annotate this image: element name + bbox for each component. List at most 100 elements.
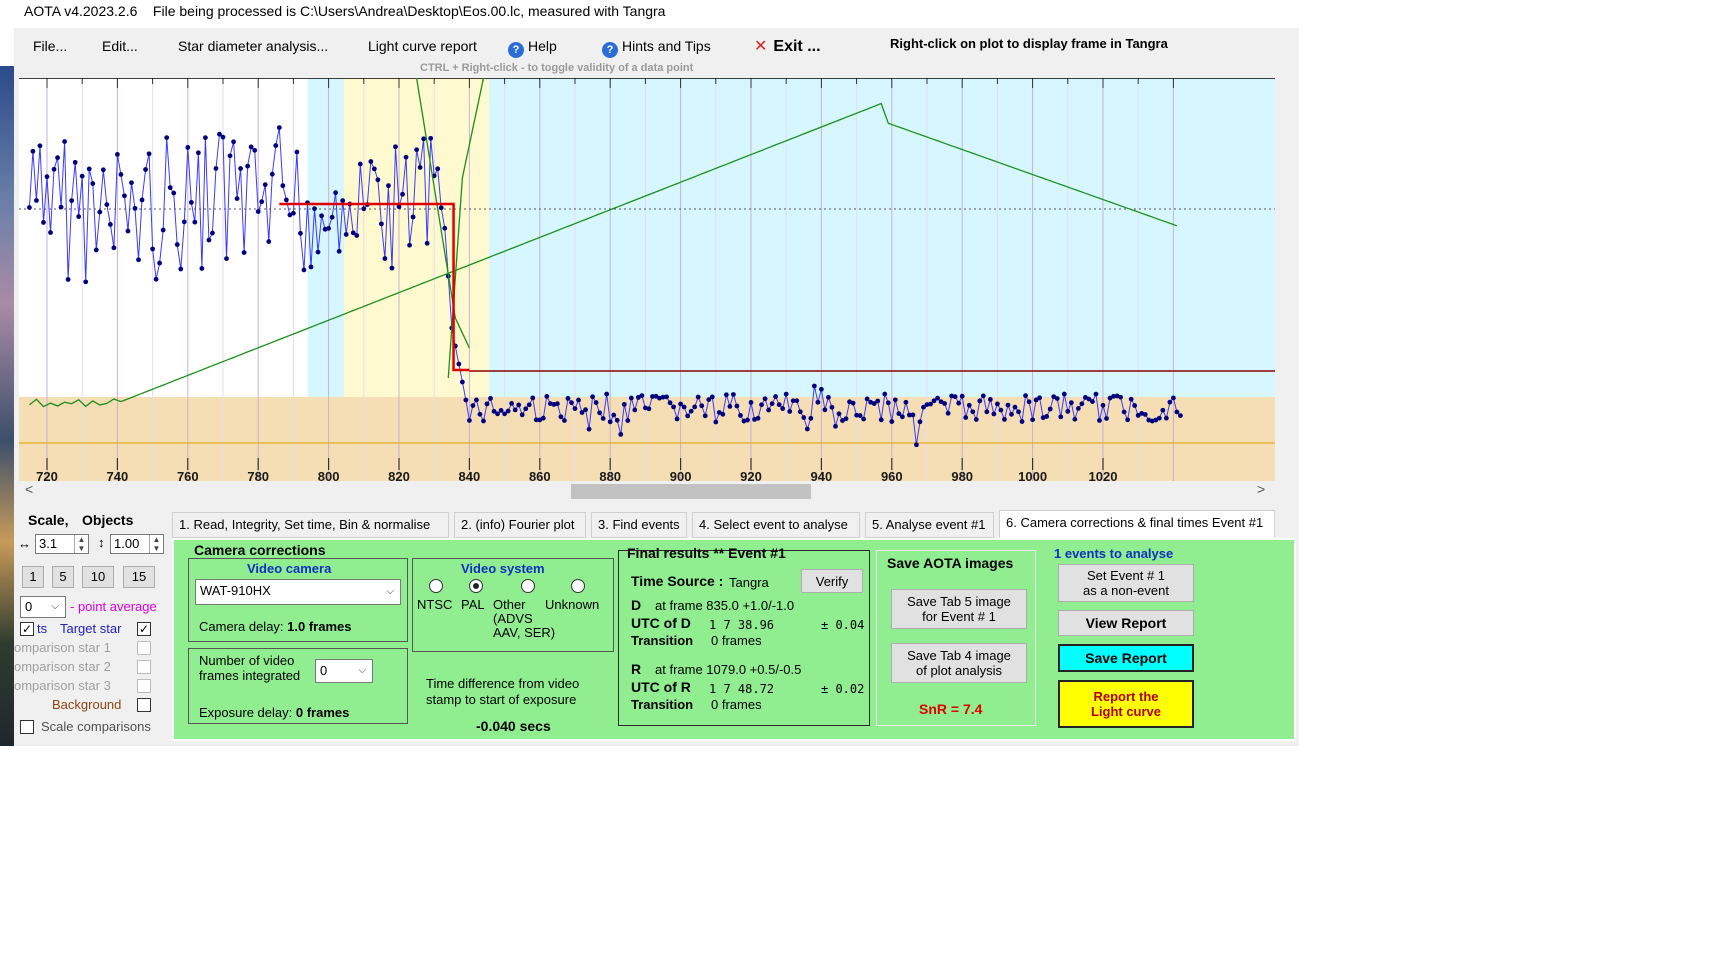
verify-button[interactable]: Verify — [801, 569, 863, 593]
help-icon: ? — [508, 42, 524, 58]
point-average-select[interactable]: 0 ⌵ — [20, 596, 66, 618]
tab-read-integrity[interactable]: 1. Read, Integrity, Set time, Bin & norm… — [172, 512, 449, 538]
save-tab5-image-button[interactable]: Save Tab 5 image for Event # 1 — [891, 589, 1027, 629]
comparison-star-1-checkbox[interactable] — [137, 641, 151, 655]
data-point — [76, 214, 82, 219]
frames-integrated-group: Number of video frames integrated 0 ⌵ Ex… — [188, 648, 408, 724]
transition-r-value: 0 frames — [711, 697, 762, 712]
data-point — [914, 442, 919, 448]
data-point — [269, 171, 275, 177]
data-point — [695, 394, 701, 400]
utc-r-error: ± 0.02 — [821, 682, 865, 696]
data-point — [664, 394, 669, 400]
set-non-event-button[interactable]: Set Event # 1 as a non-event — [1058, 564, 1194, 602]
data-point — [885, 400, 891, 406]
data-point — [470, 403, 476, 408]
unknown-radio[interactable] — [571, 579, 585, 593]
final-results-group: Final results ** Event #1 Time Source : … — [618, 545, 870, 726]
data-point — [917, 419, 923, 425]
data-point — [720, 411, 726, 417]
data-point — [1002, 416, 1007, 422]
data-point — [93, 247, 99, 253]
menu-hints-label: Hints and Tips — [622, 38, 711, 54]
tab-fourier[interactable]: 2. (info) Fourier plot — [454, 512, 586, 538]
data-point — [861, 416, 867, 422]
scroll-right-icon[interactable]: > — [1257, 481, 1265, 497]
frames-integrated-label-1: Number of video — [199, 653, 295, 668]
menu-light-curve-report[interactable]: Light curve report — [368, 38, 477, 54]
time-diff-value: -0.040 secs — [476, 718, 551, 734]
data-point — [572, 406, 578, 412]
tab-find-events[interactable]: 3. Find events — [591, 512, 687, 538]
plot-scrollbar[interactable]: < > — [19, 481, 1275, 501]
data-point — [1118, 394, 1123, 400]
video-camera-title: Video camera — [247, 561, 332, 576]
data-point — [857, 413, 863, 418]
comparison-star-2-checkbox[interactable] — [137, 660, 151, 674]
light-curve-svg[interactable]: 720 740 760 780 800 820 840 860 880 900 920 940 960 9… — [19, 77, 1275, 484]
spinner-arrows-icon[interactable]: ▲ ▼ — [74, 535, 88, 553]
tab-analyse-event[interactable]: 5. Analyse event #1 — [865, 512, 994, 538]
spinner-arrows-icon[interactable]: ▲ ▼ — [149, 535, 163, 553]
v-scale-spinner[interactable]: 1.00 ▲ ▼ — [110, 534, 164, 554]
view-report-button[interactable]: View Report — [1058, 610, 1194, 636]
window-title: AOTA v4.2023.2.6 File being processed is… — [14, 0, 1294, 28]
data-point — [1079, 401, 1085, 407]
data-point — [875, 398, 881, 404]
tab-camera-corrections[interactable]: 6. Camera corrections & final times Even… — [999, 510, 1275, 538]
menu-exit[interactable]: ✕ Exit ... — [754, 36, 821, 56]
menu-help[interactable]: ? Help — [508, 38, 557, 58]
data-point — [942, 401, 947, 406]
show-points-checkbox[interactable]: ✓ — [20, 622, 34, 636]
h-scale-spinner[interactable]: 3.1 ▲ ▼ — [35, 534, 89, 554]
video-system-title: Video system — [461, 561, 545, 576]
pal-radio[interactable] — [469, 579, 483, 593]
scroll-left-icon[interactable]: < — [25, 481, 33, 497]
target-star-checkbox[interactable]: ✓ — [137, 622, 151, 636]
zoom-1-button[interactable]: 1 — [22, 566, 44, 588]
data-point — [526, 402, 532, 408]
data-point — [797, 409, 803, 415]
zoom-10-button[interactable]: 10 — [82, 566, 114, 588]
data-point — [576, 397, 581, 403]
data-point — [308, 264, 314, 270]
other-radio[interactable] — [521, 579, 535, 593]
data-point — [27, 205, 32, 210]
scroll-thumb[interactable] — [571, 484, 811, 499]
h-scale-value: 3.1 — [39, 536, 58, 551]
menu-edit[interactable]: Edit... — [102, 38, 138, 54]
data-point — [1156, 415, 1162, 421]
data-point — [1037, 395, 1043, 401]
utc-r-value: 1 7 48.72 — [709, 682, 775, 696]
data-point — [903, 399, 909, 405]
comparison-star-3-label: omparison star 3 — [14, 678, 111, 693]
background-checkbox[interactable] — [137, 698, 151, 712]
data-point — [794, 398, 800, 404]
data-point — [621, 401, 627, 407]
frames-integrated-select[interactable]: 0 ⌵ — [315, 659, 373, 683]
zoom-5-button[interactable]: 5 — [52, 566, 74, 588]
scale-comparisons-checkbox[interactable] — [20, 720, 34, 734]
camera-model-select[interactable]: WAT-910HX ⌵ — [195, 579, 401, 605]
data-point — [1100, 402, 1106, 408]
data-point — [833, 423, 838, 429]
report-light-curve-button[interactable]: Report the Light curve — [1058, 680, 1194, 728]
save-tab4-image-button[interactable]: Save Tab 4 image of plot analysis — [891, 643, 1027, 683]
transition-r-label: Transition — [631, 697, 694, 712]
zoom-15-button[interactable]: 15 — [123, 566, 155, 588]
menu-exit-label: Exit ... — [773, 38, 821, 55]
light-curve-plot[interactable]: 720 740 760 780 800 820 840 860 880 900 920 940 960 9… — [19, 77, 1275, 484]
ntsc-radio[interactable] — [429, 579, 443, 593]
data-point — [171, 190, 177, 196]
tab-select-event[interactable]: 4. Select event to analyse — [692, 512, 860, 538]
time-source-value: Tangra — [729, 575, 769, 590]
data-point — [1178, 413, 1183, 419]
data-point — [259, 199, 265, 205]
menu-star-diameter[interactable]: Star diameter analysis... — [178, 38, 328, 54]
comparison-star-3-checkbox[interactable] — [137, 679, 151, 693]
save-report-button[interactable]: Save Report — [1058, 644, 1194, 672]
menu-file[interactable]: File... — [33, 38, 67, 54]
data-point — [382, 256, 388, 261]
r-frame-value: at frame 1079.0 +0.5/-0.5 — [655, 662, 802, 677]
menu-hints[interactable]: ? Hints and Tips — [602, 38, 711, 58]
